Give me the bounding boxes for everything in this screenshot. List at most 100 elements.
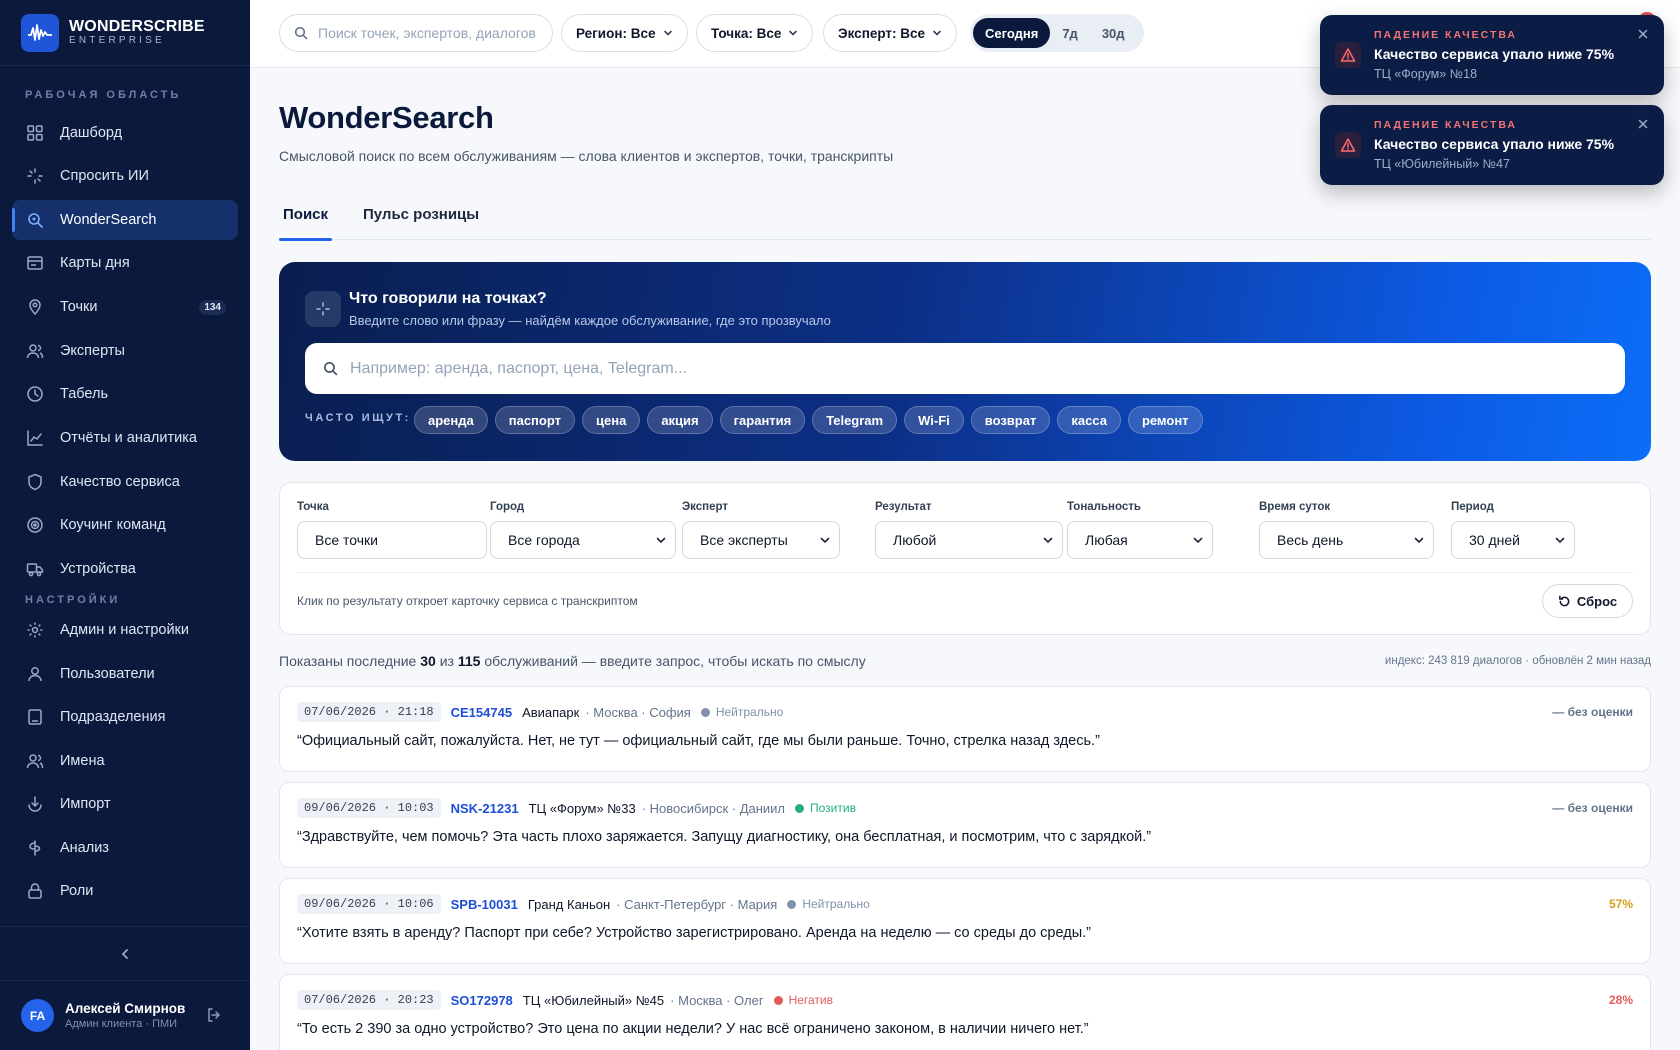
chip-telegram[interactable]: Telegram: [812, 406, 898, 434]
sentiment-badge: Нейтрально: [787, 897, 870, 911]
sidebar-item-label: Эксперты: [60, 343, 125, 359]
sidebar-item-label: Табель: [60, 386, 109, 402]
target-icon: [26, 516, 44, 534]
quality-alert-toast[interactable]: ПАДЕНИЕ КАЧЕСТВА Качество сервиса упало …: [1320, 15, 1664, 95]
sidebar-item-team-coaching[interactable]: Коучинг команд: [12, 505, 238, 545]
sidebar-item-experts[interactable]: Эксперты: [12, 331, 238, 371]
index-info: индекс: 243 819 диалогов · обновлён 2 ми…: [1384, 655, 1651, 667]
sidebar-item-service-quality[interactable]: Качество сервиса: [12, 462, 238, 502]
filter-expert-value: Все эксперты: [700, 532, 788, 548]
shield-icon: [26, 473, 44, 491]
filter-point-select[interactable]: Все точки: [297, 521, 487, 559]
chip-repair[interactable]: ремонт: [1127, 406, 1203, 434]
close-icon[interactable]: [1638, 29, 1648, 39]
sidebar-item-day-cards[interactable]: Карты дня: [12, 243, 238, 283]
period-30d[interactable]: 30д: [1090, 18, 1137, 48]
result-id[interactable]: SO172978: [451, 993, 513, 1008]
filter-city-select[interactable]: Все города: [490, 521, 676, 559]
user-profile[interactable]: FA Алексей Смирнов Админ клиента · ПМИ: [0, 980, 250, 1050]
result-store: ТЦ «Юбилейный» №45: [522, 992, 665, 1008]
chip-wifi[interactable]: Wi-Fi: [904, 406, 964, 434]
expert-dropdown[interactable]: Эксперт: Все: [823, 14, 958, 52]
point-dropdown[interactable]: Точка: Все: [696, 14, 814, 52]
chip-cashier[interactable]: касса: [1057, 406, 1121, 434]
results-total-count: 115: [457, 653, 481, 669]
sidebar-item-analysis[interactable]: Анализ: [12, 828, 238, 868]
sidebar-item-import[interactable]: Импорт: [12, 784, 238, 824]
sidebar-item-wondersearch[interactable]: WonderSearch: [12, 200, 238, 240]
sentiment-badge: Негатив: [773, 993, 833, 1007]
sentiment-dot: [795, 803, 805, 813]
semantic-search-input[interactable]: [350, 359, 1550, 378]
result-card[interactable]: 09/06/2026 · 10:06 SPB-10031 Гранд Каньо…: [279, 878, 1651, 964]
sentiment-label: Нейтрально: [715, 705, 784, 719]
result-card[interactable]: 07/06/2026 · 20:23 SO172978 ТЦ «Юбилейны…: [279, 974, 1651, 1050]
filter-result-select[interactable]: Любой: [875, 521, 1063, 559]
chip-rent[interactable]: аренда: [414, 406, 488, 434]
period-7d[interactable]: 7д: [1050, 18, 1089, 48]
quality-alert-toast[interactable]: ПАДЕНИЕ КАЧЕСТВА Качество сервиса упало …: [1320, 105, 1664, 185]
result-id[interactable]: NSK-21231: [451, 801, 519, 816]
toast-kicker: ПАДЕНИЕ КАЧЕСТВА: [1374, 29, 1518, 41]
filter-period-value: 30 дней: [1469, 532, 1520, 548]
chevron-left-icon: [119, 948, 131, 960]
chip-promo[interactable]: акция: [647, 406, 713, 434]
sidebar-item-reports[interactable]: Отчёты и аналитика: [12, 418, 238, 458]
period-today[interactable]: Сегодня: [973, 18, 1051, 48]
reset-button[interactable]: Сброс: [1542, 584, 1633, 618]
sidebar-item-ask-ai[interactable]: Спросить ИИ: [12, 156, 238, 196]
sidebar-item-label: Спросить ИИ: [60, 168, 149, 184]
semantic-search-field[interactable]: [305, 343, 1625, 394]
chip-return[interactable]: возврат: [970, 406, 1051, 434]
collapse-sidebar-button[interactable]: [0, 926, 250, 980]
often-searched-label: ЧАСТО ИЩУТ:: [305, 412, 411, 424]
section-workspace: РАБОЧАЯ ОБЛАСТЬ: [25, 89, 182, 101]
sidebar-item-admin-settings[interactable]: Админ и настройки: [12, 610, 238, 650]
filter-expert-select[interactable]: Все эксперты: [682, 521, 840, 559]
chip-warranty[interactable]: гарантия: [719, 406, 806, 434]
region-dropdown[interactable]: Регион: Все: [561, 14, 688, 52]
tab-retail-pulse[interactable]: Пульс розницы: [363, 206, 479, 223]
gear-icon: [26, 621, 44, 639]
sidebar-item-label: Подразделения: [60, 709, 166, 725]
result-score: — без оценки: [1552, 801, 1633, 815]
brand[interactable]: WONDERSCRIBE ENTERPRISE: [0, 0, 250, 66]
sidebar-item-timesheet[interactable]: Табель: [12, 374, 238, 414]
filter-time-select[interactable]: Весь день: [1259, 521, 1434, 559]
result-id[interactable]: SPB-10031: [451, 897, 518, 912]
toast-title: Качество сервиса упало ниже 75%: [1374, 46, 1615, 62]
brand-sub: ENTERPRISE: [69, 35, 165, 46]
results-suffix: обслуживаний — введите запрос, чтобы иск…: [484, 653, 866, 669]
global-search-input[interactable]: Поиск точек, экспертов, диалогов: [279, 14, 553, 52]
chip-passport[interactable]: паспорт: [494, 406, 575, 434]
sidebar-item-dashboard[interactable]: Дашборд: [12, 113, 238, 153]
sidebar-item-departments[interactable]: Подразделения: [12, 697, 238, 737]
filter-period-select[interactable]: 30 дней: [1451, 521, 1575, 559]
result-quote: “Здравствуйте, чем помочь? Эта часть пло…: [297, 829, 1152, 845]
user-name: Алексей Смирнов: [65, 1001, 186, 1016]
filter-label-point: Точка: [297, 501, 329, 513]
sidebar-item-users[interactable]: Пользователи: [12, 654, 238, 694]
result-location: · Новосибирск · Даниил: [641, 800, 786, 816]
suggestion-chips: аренда паспорт цена акция гарантия Teleg…: [414, 406, 1210, 434]
sidebar-item-devices[interactable]: Устройства: [12, 549, 238, 589]
points-count-badge: 134: [199, 299, 226, 315]
results-summary: Показаны последние 30 из 115 обслуживани…: [279, 653, 866, 669]
result-card[interactable]: 07/06/2026 · 21:18 CE154745 Авиапарк · М…: [279, 686, 1651, 772]
sidebar-item-names[interactable]: Имена: [12, 741, 238, 781]
sidebar-item-roles[interactable]: Роли: [12, 871, 238, 911]
results-prefix: Показаны последние: [279, 653, 417, 669]
truck-icon: [26, 560, 44, 578]
result-card[interactable]: 09/06/2026 · 10:03 NSK-21231 ТЦ «Форум» …: [279, 782, 1651, 868]
sidebar-item-label: Админ и настройки: [60, 622, 189, 638]
result-score: — без оценки: [1552, 705, 1633, 719]
close-icon[interactable]: [1638, 119, 1648, 129]
filter-tone-select[interactable]: Любая: [1067, 521, 1213, 559]
warning-triangle-icon: [1335, 42, 1361, 68]
tab-search[interactable]: Поиск: [278, 206, 333, 241]
logout-icon[interactable]: [206, 1007, 222, 1023]
sidebar-item-label: Роли: [60, 883, 94, 899]
sidebar-item-points[interactable]: Точки 134: [12, 287, 238, 327]
chip-price[interactable]: цена: [582, 406, 641, 434]
result-id[interactable]: CE154745: [451, 705, 512, 720]
